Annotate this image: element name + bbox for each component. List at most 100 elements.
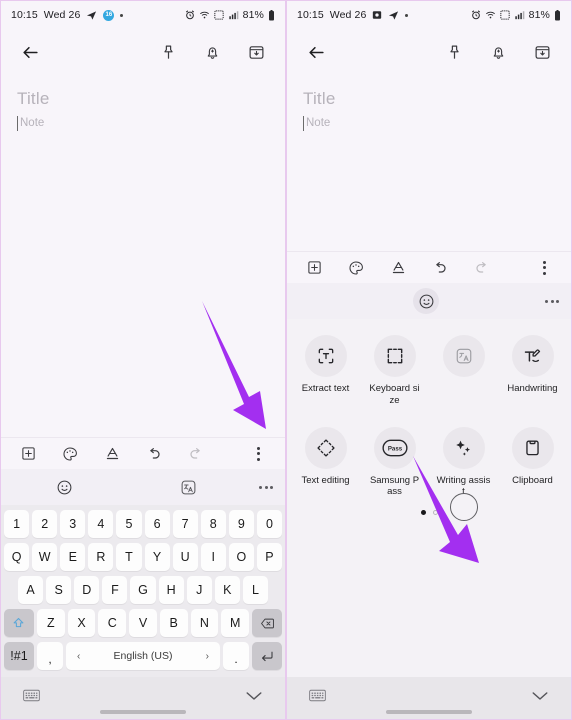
insert-plus-icon[interactable] [15, 446, 41, 461]
feature-handwriting[interactable]: Handwriting [498, 329, 567, 406]
key[interactable]: K [214, 576, 240, 604]
emoji-icon[interactable] [51, 474, 77, 500]
more-dots-icon[interactable] [259, 485, 273, 489]
key[interactable]: Y [144, 543, 170, 571]
keyboard-row-top: Q W E R T Y U I O P [4, 543, 282, 571]
save-note-icon[interactable] [241, 44, 271, 61]
shift-icon[interactable] [3, 609, 34, 637]
text-format-icon[interactable] [385, 260, 411, 275]
key[interactable]: S [46, 576, 72, 604]
key[interactable]: 6 [144, 510, 170, 538]
page-dot[interactable] [432, 509, 438, 515]
key[interactable]: W [32, 543, 58, 571]
feature-keyboard-size[interactable]: Keyboard size [360, 329, 429, 406]
key[interactable]: R [88, 543, 114, 571]
feature-label: Keyboard size [369, 383, 420, 406]
key[interactable]: 0 [256, 510, 282, 538]
telegram-badge-icon: 16 [103, 9, 115, 21]
save-note-icon[interactable] [527, 44, 557, 61]
page-dot-active[interactable] [420, 509, 426, 515]
key[interactable]: Q [4, 543, 30, 571]
status-time: 10:15 [11, 9, 38, 21]
key[interactable]: J [186, 576, 212, 604]
key[interactable]: 9 [228, 510, 254, 538]
key[interactable]: H [158, 576, 184, 604]
key[interactable]: B [159, 609, 188, 637]
back-arrow-icon[interactable] [301, 43, 331, 62]
key[interactable]: N [190, 609, 219, 637]
note-editor-left[interactable]: Title Note [1, 75, 285, 437]
reminder-bell-icon[interactable] [483, 44, 513, 61]
key[interactable]: L [242, 576, 268, 604]
key[interactable]: 5 [116, 510, 142, 538]
key[interactable]: I [200, 543, 226, 571]
comma-key[interactable]: , [37, 642, 63, 670]
enter-icon[interactable] [252, 642, 282, 670]
undo-icon[interactable] [427, 260, 453, 276]
screenshot-icon [372, 10, 382, 20]
key[interactable]: D [74, 576, 100, 604]
key[interactable]: E [60, 543, 86, 571]
period-key[interactable]: . [223, 642, 249, 670]
keyboard-switch-icon[interactable] [309, 689, 326, 707]
reminder-bell-icon[interactable] [197, 44, 227, 61]
key[interactable]: 1 [4, 510, 30, 538]
key[interactable]: U [172, 543, 198, 571]
keyboard-feature-panel: Extract text Keyboard size Handwriting T… [287, 319, 571, 677]
next-language-icon[interactable]: › [206, 651, 209, 662]
chevron-down-icon[interactable] [531, 689, 549, 707]
undo-icon[interactable] [141, 446, 167, 462]
key[interactable]: 4 [88, 510, 114, 538]
key[interactable]: V [129, 609, 157, 637]
keyboard-left[interactable]: 1 2 3 4 5 6 7 8 9 0 Q W E R T Y U I O P … [1, 505, 285, 677]
feature-text-editing[interactable]: Text editing [291, 421, 360, 498]
feature-page-indicator [291, 509, 567, 515]
more-vertical-icon[interactable] [531, 260, 557, 275]
key[interactable]: 8 [200, 510, 226, 538]
key[interactable]: 7 [172, 510, 198, 538]
feature-samsung-pass[interactable]: Pass Samsung Pass [360, 421, 429, 498]
feature-clipboard[interactable]: Clipboard [498, 421, 567, 498]
wifi-calling-icon [485, 10, 496, 20]
key[interactable]: Z [36, 609, 65, 637]
more-dots-icon[interactable] [545, 299, 559, 303]
symbols-key[interactable]: !#1 [4, 642, 34, 670]
feature-writing-assist[interactable]: Writing assist [429, 421, 498, 498]
note-title-placeholder[interactable]: Title [303, 89, 555, 109]
insert-plus-icon[interactable] [301, 260, 327, 275]
nfc-icon [214, 10, 224, 20]
emoji-icon[interactable] [413, 288, 439, 315]
palette-icon[interactable] [343, 260, 369, 276]
chevron-down-icon[interactable] [245, 689, 263, 707]
space-key[interactable]: ‹ English (US) › [66, 642, 220, 670]
key[interactable]: P [256, 543, 282, 571]
key[interactable]: O [228, 543, 254, 571]
home-indicator[interactable] [386, 710, 472, 714]
key[interactable]: X [67, 609, 96, 637]
note-title-placeholder[interactable]: Title [17, 89, 269, 109]
translate-icon[interactable] [175, 474, 201, 500]
back-arrow-icon[interactable] [15, 43, 45, 62]
key[interactable]: 3 [60, 510, 86, 538]
keyboard-switch-icon[interactable] [23, 689, 40, 707]
key[interactable]: T [116, 543, 142, 571]
note-body-placeholder[interactable]: Note [303, 116, 555, 131]
feature-translate[interactable] [429, 329, 498, 406]
key[interactable]: G [130, 576, 156, 604]
backspace-icon[interactable] [252, 609, 283, 637]
palette-icon[interactable] [57, 446, 83, 462]
note-body-placeholder[interactable]: Note [17, 116, 269, 131]
more-horizontal-icon[interactable] [245, 446, 271, 461]
home-indicator[interactable] [100, 710, 186, 714]
key[interactable]: F [102, 576, 128, 604]
pin-icon[interactable] [153, 44, 183, 61]
key[interactable]: A [18, 576, 44, 604]
key[interactable]: C [98, 609, 127, 637]
pin-icon[interactable] [439, 44, 469, 61]
text-format-icon[interactable] [99, 446, 125, 461]
key[interactable]: M [221, 609, 250, 637]
feature-extract-text[interactable]: Extract text [291, 329, 360, 406]
key[interactable]: 2 [32, 510, 58, 538]
note-editor-right[interactable]: Title Note [287, 75, 571, 251]
svg-text:Pass: Pass [387, 445, 402, 452]
